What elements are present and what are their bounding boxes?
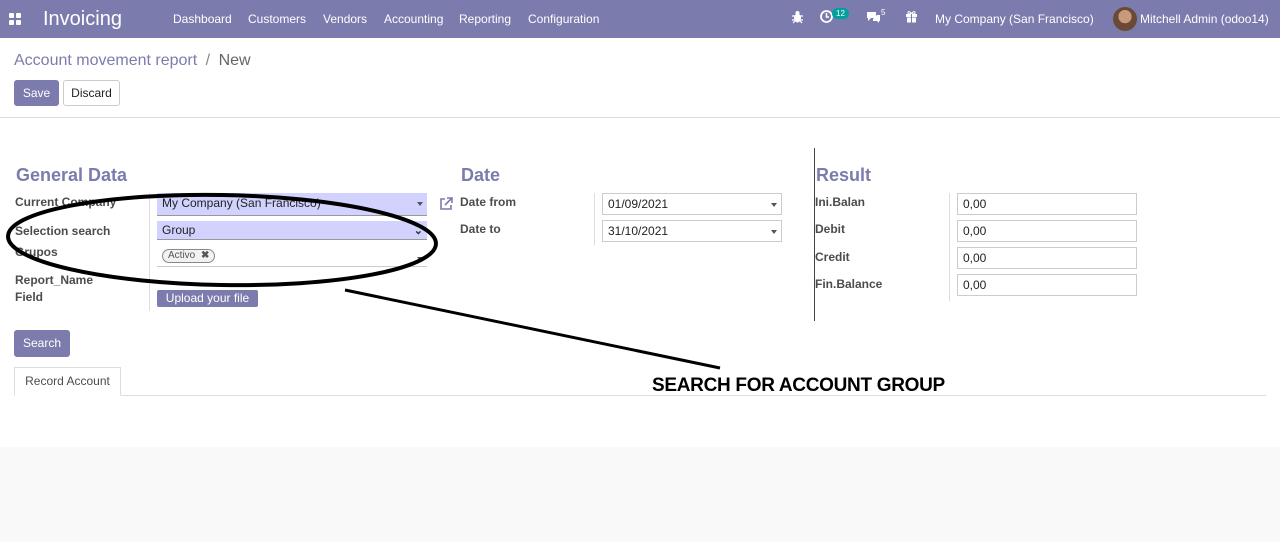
ini-balance-input[interactable]: 0,00	[957, 193, 1137, 215]
breadcrumb-current: New	[218, 52, 251, 69]
date-title: Date	[461, 165, 501, 185]
label-divider	[149, 193, 150, 311]
breadcrumb: Account movement report / New	[14, 52, 251, 70]
messages-count: 5	[881, 8, 886, 17]
fin-balance-input[interactable]: 0,00	[957, 274, 1137, 296]
credit-label: Credit	[815, 250, 850, 264]
grupos-label: Grupos	[15, 245, 58, 259]
general-data-title: General Data	[16, 165, 128, 185]
activity-clock-icon[interactable]: 12	[820, 8, 850, 28]
date-from-input[interactable]: 01/09/2021	[602, 193, 782, 215]
report-name-label: Report_Name	[15, 273, 94, 287]
user-menu[interactable]: Mitchell Admin (odoo14)	[1140, 12, 1269, 26]
ini-balance-label: Ini.Balan	[815, 195, 866, 209]
upload-file-button[interactable]: Upload your file	[157, 290, 258, 307]
caret-down-icon	[417, 257, 423, 261]
gift-icon[interactable]	[905, 10, 919, 28]
menu-customers[interactable]: Customers	[248, 12, 306, 26]
date-to-input[interactable]: 31/10/2021	[602, 220, 782, 242]
current-company-select[interactable]: My Company (San Francisco)	[157, 193, 427, 216]
annotation-text: SEARCH FOR ACCOUNT GROUP	[652, 375, 945, 396]
date-from-value: 01/09/2021	[608, 197, 669, 211]
activity-count-badge: 12	[832, 8, 849, 19]
menu-accounting[interactable]: Accounting	[384, 12, 443, 26]
caret-down-icon	[417, 202, 423, 206]
breadcrumb-parent[interactable]: Account movement report	[14, 52, 197, 69]
grupos-many2many-field[interactable]: Activo ✖	[157, 245, 427, 267]
caret-down-icon	[771, 230, 777, 234]
save-button[interactable]: Save	[14, 80, 59, 106]
apps-menu-icon[interactable]	[9, 13, 21, 25]
menu-dashboard[interactable]: Dashboard	[173, 12, 232, 26]
report-field-label: Field	[15, 290, 44, 304]
notebook-tab-line	[14, 395, 1266, 396]
grupos-tag: Activo ✖	[162, 249, 216, 263]
tag-remove-icon[interactable]: ✖	[201, 250, 209, 261]
caret-down-icon	[771, 203, 777, 207]
credit-input[interactable]: 0,00	[957, 247, 1137, 269]
result-label-divider	[949, 193, 950, 301]
menu-configuration[interactable]: Configuration	[528, 12, 599, 26]
control-panel: Account movement report / New Save Disca…	[0, 38, 1280, 118]
result-title: Result	[816, 165, 872, 185]
fin-balance-label: Fin.Balance	[815, 277, 883, 291]
current-company-value: My Company (San Francisco)	[162, 196, 321, 210]
search-button[interactable]: Search	[14, 330, 70, 357]
debit-input[interactable]: 0,00	[957, 220, 1137, 242]
form-sheet: General Data Current Company Selection s…	[0, 118, 1280, 447]
messages-chat-icon[interactable]: 5	[866, 8, 890, 28]
date-to-label: Date to	[460, 222, 501, 236]
breadcrumb-separator: /	[205, 52, 211, 69]
app-title[interactable]: Invoicing	[43, 8, 122, 31]
menu-reporting[interactable]: Reporting	[459, 12, 511, 26]
external-link-icon[interactable]	[438, 196, 454, 212]
discard-button[interactable]: Discard	[63, 80, 120, 106]
menu-vendors[interactable]: Vendors	[323, 12, 367, 26]
date-to-value: 31/10/2021	[608, 224, 669, 238]
current-company-label: Current Company	[15, 195, 117, 209]
user-avatar[interactable]	[1113, 7, 1137, 31]
debug-bug-icon[interactable]	[791, 10, 805, 28]
date-from-label: Date from	[460, 195, 517, 209]
chevron-down-icon: ⌄	[413, 225, 423, 237]
debit-label: Debit	[815, 222, 845, 236]
grupos-tag-label: Activo	[168, 250, 196, 261]
company-switcher[interactable]: My Company (San Francisco)	[935, 12, 1094, 26]
selection-search-select[interactable]: Group ⌄	[157, 221, 427, 240]
selection-search-label: Selection search	[15, 224, 111, 238]
top-navbar: Invoicing Dashboard Customers Vendors Ac…	[0, 0, 1280, 38]
date-divider	[594, 193, 595, 245]
selection-search-value: Group	[162, 223, 196, 237]
tab-record-account[interactable]: Record Account	[14, 367, 121, 396]
